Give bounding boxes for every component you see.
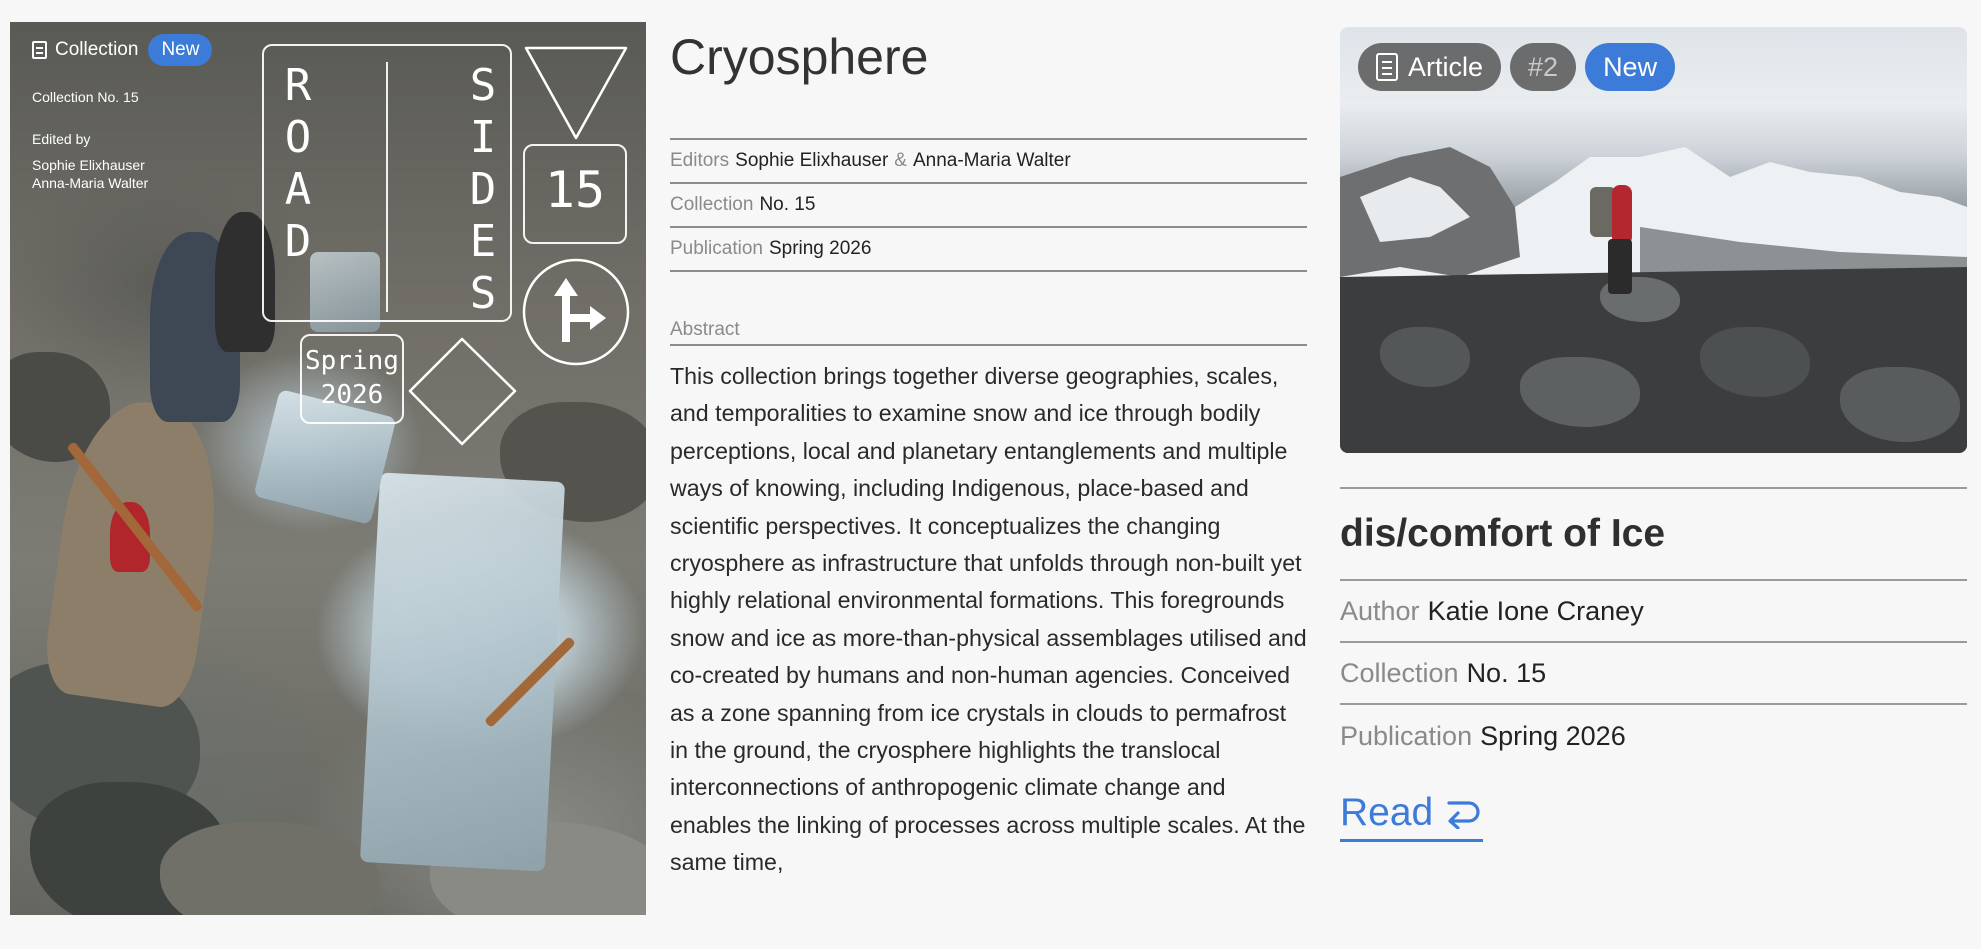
article-number-badge: #2 (1510, 43, 1577, 91)
collection-badge: Collection (32, 39, 138, 61)
publication-value: Spring 2026 (1480, 720, 1626, 751)
collection-badge-label: Collection (55, 39, 139, 60)
editors-row: Editors Sophie Elixhauser & Anna-Maria W… (670, 140, 1307, 184)
cover-badges: Collection New (32, 34, 213, 66)
abstract-text: This collection brings together diverse … (670, 363, 1307, 876)
editors-key: Editors (670, 150, 730, 171)
cover-collection-no: Collection No. 15 (32, 89, 139, 105)
publication-value: Spring 2026 (768, 238, 872, 259)
author-value[interactable]: Katie Ione Craney (1428, 596, 1644, 627)
collection-cover[interactable]: Collection New Collection No. 15 Edited … (10, 22, 646, 915)
new-badge: New (148, 34, 213, 66)
author-key: Author (1340, 595, 1420, 626)
roadsides-logo-divider (386, 62, 388, 312)
photo-hiker-body (1612, 185, 1632, 245)
collection-key: Collection (670, 194, 754, 215)
collection-value: No. 15 (759, 194, 816, 215)
roadsides-logo-road: ROAD (284, 60, 312, 267)
article-badges: Article #2 New (1358, 43, 1676, 91)
article-image[interactable]: Article #2 New (1340, 27, 1967, 453)
publication-row: Publication Spring 2026 (670, 228, 1307, 272)
read-link[interactable]: Read (1340, 791, 1484, 842)
article-icon (1376, 53, 1398, 81)
collection-title: Cryosphere (670, 29, 929, 85)
article-card[interactable]: Article #2 New dis/comfort of Ice Author… (1340, 27, 1967, 842)
cover-editor-2: Anna-Maria Walter (32, 175, 149, 191)
publication-row: Publication Spring 2026 (1340, 705, 1967, 767)
document-icon (32, 41, 47, 59)
turn-right-sign-icon (522, 258, 630, 366)
arrow-return-icon (1447, 801, 1480, 829)
roadsides-year: 2026 (320, 380, 384, 410)
roadsides-logo-sides: SIDES (469, 60, 497, 319)
publication-key: Publication (1340, 720, 1473, 751)
roadsides-season: Spring (305, 346, 399, 376)
collection-key: Collection (1340, 657, 1459, 688)
cover-editor-1: Sophie Elixhauser (32, 157, 145, 173)
diamond-sign-icon (408, 337, 517, 446)
new-badge: New (1585, 43, 1676, 91)
collection-details: Cryosphere Editors Sophie Elixhauser & A… (670, 22, 1307, 882)
triangle-down-icon (524, 46, 628, 140)
editors-amp: & (894, 150, 907, 171)
read-label: Read (1340, 791, 1434, 834)
roadsides-number: 15 (544, 161, 606, 219)
cover-edited-by: Edited by (32, 131, 91, 147)
author-row: Author Katie Ione Craney (1340, 581, 1967, 643)
cover-rock (160, 822, 380, 915)
photo-hiker-legs (1608, 239, 1632, 294)
abstract-label: Abstract (670, 314, 1307, 346)
collection-row: Collection No. 15 (1340, 643, 1967, 705)
collection-value: No. 15 (1466, 657, 1547, 688)
article-type-label: Article (1408, 51, 1484, 82)
editor-link[interactable]: Sophie Elixhauser (735, 150, 888, 172)
publication-key: Publication (670, 238, 763, 259)
article-type-badge: Article (1358, 43, 1502, 91)
article-title[interactable]: dis/comfort of Ice (1340, 489, 1967, 581)
editor-link[interactable]: Anna-Maria Walter (913, 150, 1071, 172)
collection-row: Collection No. 15 (670, 184, 1307, 228)
